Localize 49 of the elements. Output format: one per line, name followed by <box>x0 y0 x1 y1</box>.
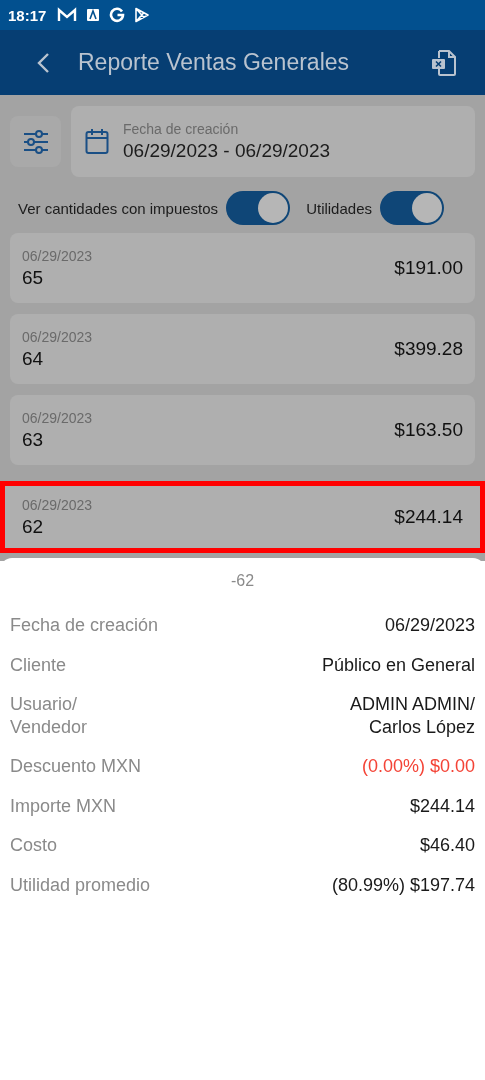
toggle-label: Ver cantidades con impuestos <box>18 199 219 217</box>
sale-date: 06/29/2023 <box>22 328 93 345</box>
sale-amount: $244.14 <box>394 506 463 528</box>
sliders-icon <box>22 129 49 154</box>
screen-title: Reporte Ventas Generales <box>78 49 351 76</box>
sale-card[interactable]: 06/29/2023 65 $191.00 <box>10 233 475 303</box>
sale-card[interactable]: 06/29/2023 64 $399.28 <box>10 314 475 384</box>
detail-label: Cliente <box>10 653 67 676</box>
sale-amount: $191.00 <box>394 257 463 279</box>
sale-number: 62 <box>22 515 45 538</box>
date-range-value: 06/29/2023 - 06/29/2023 <box>123 140 331 162</box>
toggle-switch[interactable] <box>380 191 444 225</box>
play-icon <box>134 7 151 23</box>
back-icon <box>36 51 50 74</box>
toggle-label: Utilidades <box>306 199 372 217</box>
date-range-field[interactable]: Fecha de creación 06/29/2023 - 06/29/2023 <box>71 106 475 177</box>
detail-value: $46.40 <box>419 834 475 857</box>
detail-value: $244.14 <box>409 794 475 817</box>
sale-number: 64 <box>22 347 45 370</box>
mail-icon <box>57 7 78 23</box>
spreadsheet-file-icon <box>431 48 457 77</box>
sale-card[interactable]: 06/29/2023 62 $244.14 <box>0 481 485 553</box>
detail-label: Usuario/ Vendedor <box>10 693 88 738</box>
status-time: 18:17 <box>8 6 47 24</box>
detail-value: ADMIN ADMIN/ Carlos López <box>350 693 475 738</box>
sale-date: 06/29/2023 <box>22 247 93 264</box>
sale-amount: $163.50 <box>394 419 463 441</box>
sale-card[interactable]: 06/29/2023 63 $163.50 <box>10 395 475 465</box>
detail-label: Importe MXN <box>10 794 117 817</box>
toggle-switch[interactable] <box>226 191 291 225</box>
sale-number: 65 <box>22 266 45 289</box>
sale-amount: $399.28 <box>394 338 463 360</box>
detail-value: (80.99%) $197.74 <box>331 873 475 896</box>
detail-label: Utilidad promedio <box>10 873 151 896</box>
detail-label: Fecha de creación <box>10 614 159 637</box>
calendar-icon <box>85 128 109 155</box>
detail-label: Costo <box>10 834 58 857</box>
detail-value: Público en General <box>321 653 475 676</box>
google-icon <box>109 7 126 23</box>
sheet-title: -62 <box>229 572 256 590</box>
filter-button[interactable] <box>10 116 61 167</box>
app-icon <box>86 8 101 22</box>
date-field-label: Fecha de creación <box>123 121 240 137</box>
sale-number: 63 <box>22 428 45 451</box>
sale-date: 06/29/2023 <box>22 409 93 426</box>
detail-value: (0.00%) $0.00 <box>361 755 475 778</box>
detail-value: 06/29/2023 <box>384 614 475 637</box>
detail-label: Descuento MXN <box>10 755 142 778</box>
sale-date: 06/29/2023 <box>22 496 93 513</box>
